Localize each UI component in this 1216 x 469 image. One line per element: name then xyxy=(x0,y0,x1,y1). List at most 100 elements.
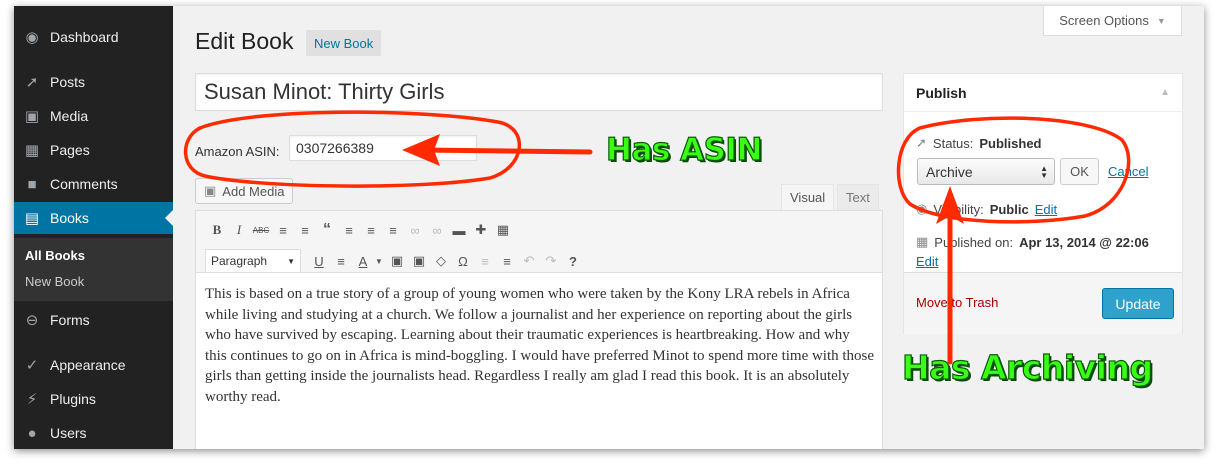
media-icon: ▣ xyxy=(24,108,40,125)
underline-icon[interactable]: U xyxy=(309,251,329,271)
add-media-label: Add Media xyxy=(222,183,285,199)
post-content[interactable]: This is based on a true story of a group… xyxy=(205,284,875,407)
tab-text[interactable]: Text xyxy=(837,184,879,211)
annotation-has-asin: Has ASIN xyxy=(605,131,763,168)
post-status-row: ➚ Status: Published xyxy=(916,135,1042,151)
page-title: Edit Book xyxy=(195,28,294,54)
user-icon: ● xyxy=(27,424,37,442)
sidebar-item-books[interactable]: ▤ Books xyxy=(14,202,173,234)
media-icon: ▣ xyxy=(204,183,217,198)
undo-icon[interactable]: ↶ xyxy=(519,251,539,271)
sidebar-item-comments[interactable]: ■ Comments xyxy=(14,168,173,200)
format-select[interactable]: Paragraph ▼ xyxy=(205,249,301,273)
post-title-input[interactable]: Susan Minot: Thirty Girls xyxy=(195,73,883,111)
sidebar-item-posts[interactable]: ➚ Posts xyxy=(14,66,173,98)
update-button[interactable]: Update xyxy=(1102,288,1174,319)
visibility-label: Visibility: xyxy=(933,201,984,217)
sidebar-item-label: Posts xyxy=(50,74,86,90)
visibility-row: ◉ Visibility: Public Edit xyxy=(916,201,1057,217)
screen-options-button[interactable]: Screen Options ▼ xyxy=(1043,6,1182,36)
ok-button[interactable]: OK xyxy=(1060,158,1099,185)
link-icon[interactable]: ∞ xyxy=(405,220,425,240)
redo-icon[interactable]: ↷ xyxy=(541,251,561,271)
sidebar-item-dashboard[interactable]: ◉ Dashboard xyxy=(14,21,173,53)
asin-label: Amazon ASIN: xyxy=(195,144,280,159)
sidebar-item-media[interactable]: ▣ Media xyxy=(14,100,173,132)
calendar-icon: ▦ xyxy=(916,234,929,249)
publish-box: Publish ▲ ➚ Status: Published Archive ▲ ▼… xyxy=(903,73,1183,334)
caret-down-icon: ▼ xyxy=(1156,15,1166,26)
strikethrough-icon[interactable]: ABC xyxy=(251,220,271,240)
sidebar-item-label: Appearance xyxy=(50,357,126,373)
indent-icon[interactable]: ≡ xyxy=(497,251,517,271)
paste-word-icon[interactable]: ▣ xyxy=(409,251,429,271)
published-value: Apr 13, 2014 @ 22:06 xyxy=(1019,234,1149,250)
sidebar-item-label: Users xyxy=(50,425,87,441)
sidebar-item-label: Media xyxy=(50,108,89,124)
active-menu-arrow xyxy=(165,210,173,226)
kitchen-sink-icon[interactable]: ▦ xyxy=(493,220,513,240)
sidebar-item-forms[interactable]: ⊖ Forms xyxy=(14,304,173,336)
sidebar-item-label: Dashboard xyxy=(50,29,119,45)
add-media-button[interactable]: ▣ Add Media xyxy=(195,178,294,204)
justify-icon[interactable]: ≡ xyxy=(331,251,351,271)
published-label: Published on: xyxy=(934,234,1014,250)
sidebar-item-appearance[interactable]: ✓ Appearance xyxy=(14,349,173,381)
align-right-icon[interactable]: ≡ xyxy=(383,220,403,240)
asin-input[interactable]: 0307266389 xyxy=(289,135,477,161)
editor-toolbar: B I ABC ≡ ≡ “ ≡ ≡ ≡ ∞ ∞ ▬ ✚ ▦ Paragraph … xyxy=(196,211,882,273)
published-on-row: ▦ Published on: Apr 13, 2014 @ 22:06 xyxy=(916,234,1149,250)
sidebar-item-label: Pages xyxy=(50,142,90,158)
publish-box-header[interactable]: Publish ▲ xyxy=(904,74,1182,112)
clear-formatting-icon[interactable]: ◇ xyxy=(431,251,451,271)
cancel-link[interactable]: Cancel xyxy=(1108,164,1148,179)
annotation-has-archiving: Has Archiving xyxy=(901,347,1153,387)
fullscreen-icon[interactable]: ✚ xyxy=(471,220,491,240)
dashboard-icon: ◉ xyxy=(25,29,39,46)
new-book-button[interactable]: New Book xyxy=(306,30,382,56)
post-status-select[interactable]: Archive ▲ ▼ xyxy=(917,158,1055,185)
sidebar-item-plugins[interactable]: ⚡ Plugins xyxy=(14,383,173,415)
help-icon[interactable]: ? xyxy=(563,251,583,271)
sidebar-item-label: Forms xyxy=(50,312,90,328)
submenu-new-book[interactable]: New Book xyxy=(25,274,84,289)
brush-icon: ✓ xyxy=(25,357,39,374)
book-icon: ▤ xyxy=(24,210,40,227)
outdent-icon[interactable]: ≡ xyxy=(475,251,495,271)
align-center-icon[interactable]: ≡ xyxy=(361,220,381,240)
status-label: Status: xyxy=(932,135,974,151)
numbered-list-icon[interactable]: ≡ xyxy=(295,220,315,240)
pin-icon: ➚ xyxy=(25,74,39,91)
caret-down-icon[interactable]: ▼ xyxy=(369,251,389,271)
published-edit-link[interactable]: Edit xyxy=(916,254,938,269)
bullet-list-icon[interactable]: ≡ xyxy=(273,220,293,240)
comment-icon: ■ xyxy=(27,175,37,193)
admin-sidebar: ◉ Dashboard ➚ Posts ▣ Media ▦ Pages ■ Co… xyxy=(14,6,173,449)
bold-icon[interactable]: B xyxy=(207,220,227,240)
publish-box-title: Publish xyxy=(916,84,967,101)
read-more-icon[interactable]: ▬ xyxy=(449,220,469,240)
unlink-icon[interactable]: ∞ xyxy=(427,220,447,240)
publish-actions: Move to Trash Update xyxy=(904,272,1182,334)
align-left-icon[interactable]: ≡ xyxy=(339,220,359,240)
content-editor: B I ABC ≡ ≡ “ ≡ ≡ ≡ ∞ ∞ ▬ ✚ ▦ Paragraph … xyxy=(195,210,883,449)
status-value: Published xyxy=(979,135,1042,151)
sidebar-item-label: Comments xyxy=(50,176,118,192)
special-character-icon[interactable]: Ω xyxy=(453,251,473,271)
move-to-trash-link[interactable]: Move to Trash xyxy=(916,295,998,310)
submenu-all-books[interactable]: All Books xyxy=(25,248,85,263)
italic-icon[interactable]: I xyxy=(229,220,249,240)
sidebar-item-users[interactable]: ● Users xyxy=(14,417,173,449)
collapse-icon[interactable]: ▲ xyxy=(1160,87,1170,98)
screen-options-label: Screen Options xyxy=(1059,13,1149,28)
blockquote-icon[interactable]: “ xyxy=(317,220,337,240)
pages-icon: ▦ xyxy=(24,142,40,159)
tab-visual[interactable]: Visual xyxy=(781,184,835,211)
sidebar-item-pages[interactable]: ▦ Pages xyxy=(14,134,173,166)
forms-icon: ⊖ xyxy=(25,312,39,329)
status-select-value: Archive xyxy=(926,163,973,180)
visibility-value: Public xyxy=(989,201,1029,217)
visibility-edit-link[interactable]: Edit xyxy=(1035,202,1057,217)
paste-text-icon[interactable]: ▣ xyxy=(387,251,407,271)
eye-icon: ◉ xyxy=(916,201,928,216)
